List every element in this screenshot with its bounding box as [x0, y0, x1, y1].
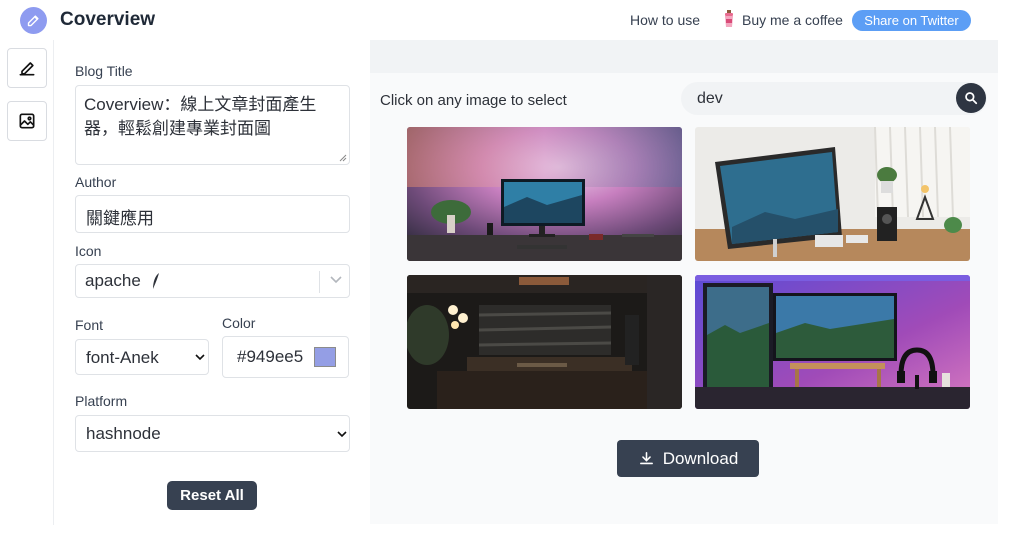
coffee-icon: [722, 10, 736, 28]
pencil-icon: [19, 62, 35, 76]
icon-select[interactable]: apache: [75, 264, 350, 298]
tool-rail: [0, 40, 54, 525]
image-icon: [19, 113, 35, 129]
image-thumbnail[interactable]: [695, 275, 970, 409]
download-button[interactable]: Download: [617, 440, 759, 477]
platform-select-value: hashnode: [86, 424, 161, 443]
blog-title-label: Blog Title: [75, 63, 133, 79]
icon-label: Icon: [75, 243, 102, 259]
chevron-down-icon: [195, 354, 205, 361]
gallery-header-strip: [370, 40, 998, 73]
blog-title-value: Coverview：線上文章封面產生器，輕鬆創建專業封面圖: [84, 95, 317, 138]
color-value: #949ee5: [237, 347, 304, 366]
how-to-use-link[interactable]: How to use: [630, 12, 700, 28]
font-select-value: font-Anek: [86, 348, 159, 367]
author-input[interactable]: 關鍵應用: [75, 195, 350, 233]
platform-select[interactable]: hashnode: [75, 415, 350, 452]
image-thumbnail[interactable]: [695, 127, 970, 261]
select-image-hint: Click on any image to select: [380, 92, 567, 109]
logo-icon[interactable]: [20, 7, 47, 34]
color-swatch[interactable]: [314, 347, 336, 367]
reset-all-button[interactable]: Reset All: [167, 481, 257, 510]
search-button[interactable]: [956, 83, 986, 113]
author-value: 關鍵應用: [86, 209, 154, 228]
blog-title-textarea[interactable]: Coverview：線上文章封面產生器，輕鬆創建專業封面圖: [75, 85, 350, 165]
font-label: Font: [75, 317, 104, 333]
share-on-twitter-button[interactable]: Share on Twitter: [852, 10, 971, 31]
search-icon: [965, 92, 978, 105]
platform-label: Platform: [75, 393, 128, 409]
image-grid: [407, 126, 970, 423]
color-label: Color: [222, 315, 256, 331]
resize-grip-icon[interactable]: [339, 154, 347, 162]
top-bar: Coverview How to use Buy me a coffee Sha…: [0, 0, 1024, 40]
buy-me-a-coffee-link[interactable]: Buy me a coffee: [742, 12, 843, 28]
image-gallery-panel: Click on any image to select dev Downloa…: [370, 40, 998, 524]
search-input[interactable]: [681, 82, 951, 115]
image-search: [681, 82, 987, 115]
edit-tool-button[interactable]: [7, 48, 47, 88]
settings-panel: Blog Title Coverview：線上文章封面產生器，輕鬆創建專業封面圖…: [55, 40, 370, 525]
image-thumbnail[interactable]: [407, 127, 682, 261]
icon-select-value: apache: [85, 271, 141, 290]
image-tool-button[interactable]: [7, 101, 47, 141]
feather-icon: [153, 273, 159, 289]
font-select[interactable]: font-Anek: [75, 339, 209, 375]
download-label: Download: [662, 448, 739, 468]
author-label: Author: [75, 174, 117, 190]
chevron-down-icon[interactable]: [330, 276, 342, 284]
select-divider: [319, 271, 320, 293]
chevron-down-icon: [337, 431, 347, 438]
app-title[interactable]: Coverview: [60, 9, 155, 31]
color-input[interactable]: #949ee5: [222, 336, 349, 378]
image-thumbnail[interactable]: [407, 275, 682, 409]
download-icon: [639, 452, 653, 465]
